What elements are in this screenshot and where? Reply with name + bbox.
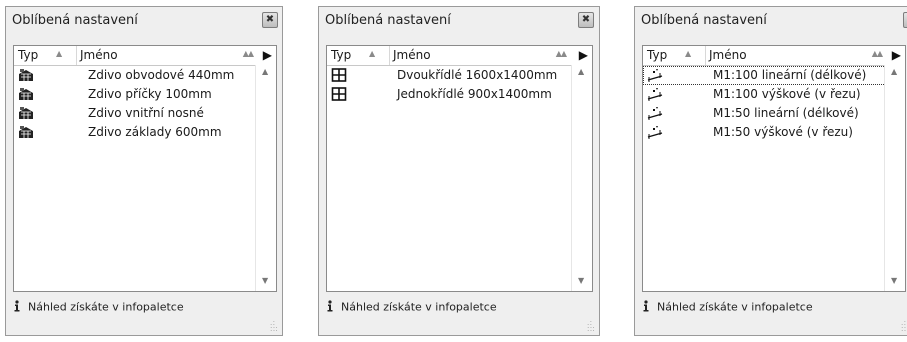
resize-grip-icon[interactable]: .:::: [901,319,907,333]
sort-ascending-icon: ▲ [685,49,692,58]
wall-material-icon [18,87,34,101]
scroll-down-icon[interactable]: ▼ [578,276,584,285]
vertical-scrollbar[interactable]: ▲ ▼ [255,65,276,291]
column-header-name-label: Jméno [709,48,747,62]
wall-material-icon [18,106,34,120]
column-header-typ-label: Typ [647,48,668,62]
scroll-up-icon[interactable]: ▲ [891,67,897,76]
item-name: Zdivo příčky 100mm [88,87,212,101]
more-columns-arrow-icon[interactable]: ▶ [263,48,272,62]
panel-title: Oblíbená nastavení [12,13,138,28]
panel-title: Oblíbená nastavení [641,13,767,28]
vertical-scrollbar[interactable]: ▲ ▼ [571,65,592,291]
list-header: Typ ▲ Jméno ▲▲ ▶ [14,46,276,66]
column-header-name[interactable]: Jméno ▲▲ [76,46,257,65]
favorites-list: Typ ▲ Jméno ▲▲ ▶ Zdivo obvodové 440mm Zd… [13,45,277,292]
item-name: Zdivo základy 600mm [88,125,222,139]
favorites-panel-windows: Oblíbená nastavení ✖ Typ ▲ Jméno ▲▲ ▶ Dv… [318,6,600,336]
list-item[interactable]: Zdivo obvodové 440mm [14,66,257,85]
more-columns-arrow-icon[interactable]: ▶ [579,48,588,62]
info-icon [641,300,651,315]
item-name: Zdivo obvodové 440mm [88,68,235,82]
list-item[interactable]: Dvoukřídlé 1600x1400mm [327,66,570,85]
list-item-selected[interactable]: M1:100 lineární (délkové) [643,66,886,85]
dimension-icon [647,87,663,101]
window-icon [331,87,347,101]
favorites-list: Typ ▲ Jméno ▲▲ ▶ M1:100 lineární (délkov… [642,45,906,292]
close-button[interactable]: ✖ [262,12,278,28]
list-item[interactable]: M1:100 výškové (v řezu) [643,85,886,104]
wall-material-icon [18,68,34,82]
scroll-up-icon[interactable]: ▲ [262,67,268,76]
favorites-panel-walls: Oblíbená nastavení ✖ Typ ▲ Jméno ▲▲ ▶ Zd… [5,6,283,336]
preview-hint-text: Náhled získáte v infopaletce [657,300,813,314]
preview-hint: Náhled získáte v infopaletce [12,300,184,315]
sort-double-icon: ▲▲ [871,49,883,58]
list-item[interactable]: Zdivo základy 600mm [14,123,257,142]
panel-title: Oblíbená nastavení [325,13,451,28]
sort-double-icon: ▲▲ [555,49,567,58]
dimension-icon [647,68,663,82]
column-header-typ-label: Typ [331,48,352,62]
list-item[interactable]: Jednokřídlé 900x1400mm [327,85,570,104]
column-header-typ[interactable]: Typ ▲ [643,46,705,65]
list-header: Typ ▲ Jméno ▲▲ ▶ [643,46,905,66]
preview-hint-text: Náhled získáte v infopaletce [341,300,497,314]
preview-hint-text: Náhled získáte v infopaletce [28,300,184,314]
scroll-down-icon[interactable]: ▼ [891,276,897,285]
item-name: Jednokřídlé 900x1400mm [397,87,552,101]
vertical-scrollbar[interactable]: ▲ ▼ [884,65,905,291]
sort-ascending-icon: ▲ [369,49,376,58]
window-icon [331,68,347,82]
list-item[interactable]: Zdivo vnitřní nosné [14,104,257,123]
info-icon [325,300,335,315]
item-name: M1:50 výškové (v řezu) [713,125,853,139]
column-header-name[interactable]: Jméno ▲▲ [389,46,570,65]
wall-material-icon [18,125,34,139]
item-name: M1:50 lineární (délkové) [713,106,859,120]
panel-titlebar[interactable]: Oblíbená nastavení ✖ [319,7,599,33]
panel-titlebar[interactable]: Oblíbená nastavení ✖ [6,7,282,33]
favorites-list: Typ ▲ Jméno ▲▲ ▶ Dvoukřídlé 1600x1400mm … [326,45,593,292]
scroll-up-icon[interactable]: ▲ [578,67,584,76]
info-icon [12,300,22,315]
scroll-down-icon[interactable]: ▼ [262,276,268,285]
column-header-typ[interactable]: Typ ▲ [327,46,389,65]
column-header-name-label: Jméno [80,48,118,62]
dimension-icon [647,106,663,120]
column-header-name[interactable]: Jméno ▲▲ [705,46,886,65]
dimension-icon [647,125,663,139]
list-header: Typ ▲ Jméno ▲▲ ▶ [327,46,592,66]
sort-double-icon: ▲▲ [242,49,254,58]
close-icon: ✖ [581,14,591,25]
list-item[interactable]: Zdivo příčky 100mm [14,85,257,104]
item-name: M1:100 lineární (délkové) [713,68,867,82]
sort-ascending-icon: ▲ [56,49,63,58]
item-name: Dvoukřídlé 1600x1400mm [397,68,558,82]
preview-hint: Náhled získáte v infopaletce [641,300,813,315]
more-columns-arrow-icon[interactable]: ▶ [892,48,901,62]
close-icon: ✖ [265,14,275,25]
preview-hint: Náhled získáte v infopaletce [325,300,497,315]
list-item[interactable]: M1:50 výškové (v řezu) [643,123,886,142]
list-item[interactable]: M1:50 lineární (délkové) [643,104,886,123]
item-name: Zdivo vnitřní nosné [88,106,204,120]
favorites-panel-dimensions: Oblíbená nastavení ✖ Typ ▲ Jméno ▲▲ ▶ M1… [634,6,907,336]
column-header-typ[interactable]: Typ ▲ [14,46,76,65]
resize-grip-icon[interactable]: .:::: [270,319,278,333]
panel-titlebar[interactable]: Oblíbená nastavení ✖ [635,7,907,33]
column-header-name-label: Jméno [393,48,431,62]
column-header-typ-label: Typ [18,48,39,62]
close-button[interactable]: ✖ [903,12,907,28]
item-name: M1:100 výškové (v řezu) [713,87,861,101]
close-button[interactable]: ✖ [578,12,594,28]
resize-grip-icon[interactable]: .:::: [587,319,595,333]
